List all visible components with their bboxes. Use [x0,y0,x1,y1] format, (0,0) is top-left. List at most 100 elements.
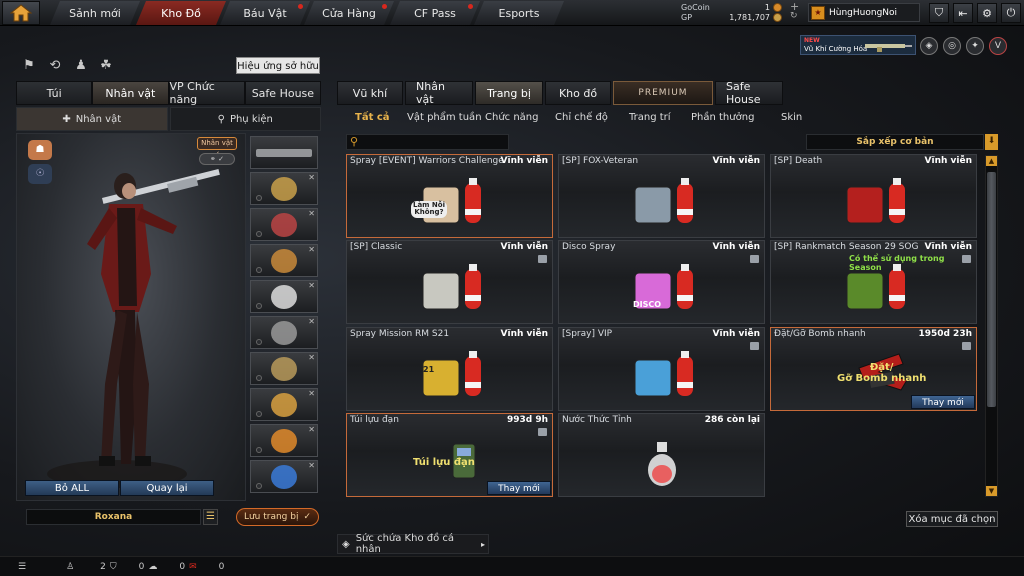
filter-function[interactable]: Chức năng [485,108,539,128]
cat-tab-weapons[interactable]: Vũ khí [337,81,403,105]
ownership-effect-button[interactable]: Hiệu ứng sở hữu [236,57,320,74]
sort-dropdown[interactable]: Sắp xếp cơ bản [806,134,984,150]
equipment-slot[interactable]: ✕ [250,172,318,205]
storage-capacity-button[interactable]: ◈ Sức chứa Kho đồ cá nhân ▸ [337,533,489,555]
equipment-slot[interactable]: ✕ [250,460,318,493]
cat-tab-premium[interactable]: PREMIUM [613,81,713,105]
inventory-item-card[interactable]: Disco Spray Vĩnh viễn DISCO [558,240,765,324]
inventory-item-card[interactable]: Spray [EVENT] Warriors Challenge Vĩnh viễ… [346,154,553,238]
remove-icon[interactable]: ✕ [308,209,315,218]
rank-icon[interactable]: ◈ [920,37,938,55]
equipment-slot[interactable] [250,136,318,169]
inventory-item-card[interactable]: [Spray] VIP Vĩnh viễn [558,327,765,411]
nav-tab-3[interactable]: Cửa Hàng [304,1,394,25]
target-icon[interactable]: ◎ [943,37,961,55]
refresh-icon[interactable]: ↻ [790,11,798,21]
squad-icon[interactable]: ♟ [72,57,90,75]
save-loadout-button[interactable]: Lưu trang bị ✓ [236,508,319,526]
settings-button[interactable]: ⚙ [977,3,997,23]
shield-button[interactable]: ⛉ [929,3,949,23]
skull-hood-icon [846,178,905,224]
check-icon: ✓ [303,512,312,522]
search-input[interactable]: ⚲ [346,134,509,150]
scroll-down-icon[interactable]: ▼ [986,486,997,496]
filter-weekly[interactable]: Vật phẩm tuần [407,108,482,128]
tab-bag[interactable]: Túi [16,81,93,105]
nav-tab-1[interactable]: Kho Đồ [136,1,226,25]
nav-tab-2[interactable]: Báu Vật [220,1,310,25]
filter-skin[interactable]: Skin [781,108,802,128]
gift-icon[interactable]: ⚑ [20,57,38,75]
equipment-slot[interactable]: ✕ [250,280,318,313]
character-name-field[interactable]: Roxana [26,509,201,525]
clear-selected-button[interactable]: Xóa mục đã chọn [906,511,998,527]
cat-tab-safe-house[interactable]: Safe House [715,80,783,106]
equipment-slot[interactable]: ✕ [250,388,318,421]
inventory-item-card[interactable]: [SP] Rankmatch Season 29 SOG Vĩnh viễn Có … [770,240,977,324]
clan-status[interactable]: ⛉ 0 [110,562,145,572]
equipment-slot[interactable]: ✕ [250,316,318,349]
cat-tab-storage[interactable]: Kho đồ [545,81,611,105]
inventory-item-card[interactable]: Nước Thức Tỉnh 286 còn lại [558,413,765,497]
user-profile[interactable]: ★ HùngHuongNoi [808,3,920,22]
replace-button[interactable]: Thay mới [911,395,975,409]
remove-icon[interactable]: ✕ [308,281,315,290]
inventory-item-card[interactable]: Spray Mission RM S21 Vĩnh viễn 21 [346,327,553,411]
filter-rewards[interactable]: Phần thưởng [691,108,754,128]
grid-icon[interactable]: ✦ [966,37,984,55]
subtab-accessories[interactable]: ⚲ Phụ kiện [169,107,321,131]
link-toggle[interactable]: ⚭ ✓ [199,153,235,165]
equipment-slot[interactable]: ✕ [250,424,318,457]
nav-tab-0[interactable]: Sảnh mới [50,1,140,25]
pet-icon[interactable]: ☘ [97,57,115,75]
power-button[interactable]: ⏻ [1001,3,1021,23]
list-icon[interactable]: ☰ [203,509,218,525]
tab-character[interactable]: Nhân vật [92,81,169,105]
tab-function-items[interactable]: VP Chức năng [168,80,245,106]
faction-icon[interactable]: ☗ [28,140,52,160]
nav-tab-4[interactable]: CF Pass [390,1,480,25]
remove-icon[interactable]: ✕ [308,317,315,326]
remove-icon[interactable]: ✕ [308,425,315,434]
remove-icon[interactable]: ✕ [308,173,315,182]
promo-banner[interactable]: NEW Vũ Khí Cường Hóa [800,35,916,55]
replace-button[interactable]: Thay mới [487,481,551,495]
friends-status[interactable]: ♙ 2 [66,562,106,572]
remove-icon[interactable]: ✕ [308,461,315,470]
inventory-item-card[interactable]: [SP] FOX-Veteran Vĩnh viễn [558,154,765,238]
equipment-slot[interactable]: ✕ [250,208,318,241]
cat-tab-characters[interactable]: Nhân vật [405,80,473,106]
filter-bar: Tất cả Vật phẩm tuần Chức năng Chỉ chế đ… [337,108,985,128]
remove-icon[interactable]: ✕ [308,353,315,362]
back-button[interactable]: Quay lại [120,480,214,496]
sort-dropdown-arrow-icon[interactable]: ⬇ [985,134,998,150]
remove-icon[interactable]: ✕ [308,389,315,398]
scroll-thumb[interactable] [987,172,996,407]
gift-status[interactable]: ✉ 0 [189,562,224,572]
scroll-up-icon[interactable]: ▲ [986,156,997,166]
exit-button[interactable]: ⇤ [953,3,973,23]
filter-all[interactable]: Tất cả [355,108,390,128]
cat-tab-equipment[interactable]: Trang bị [475,81,543,105]
cycle-icon[interactable]: ⟲ [46,57,64,75]
filter-mode-only[interactable]: Chỉ chế độ [555,108,608,128]
tab-safe-house[interactable]: Safe House [244,81,321,105]
character-preview[interactable]: ☗ ☉ Bỏ ALL Quay lại [16,133,246,501]
inventory-item-card[interactable]: [SP] Classic Vĩnh viễn [346,240,553,324]
equipment-slot[interactable]: ✕ [250,352,318,385]
faction-alt-icon[interactable]: ☉ [28,164,52,184]
nav-tab-5[interactable]: Esports [474,1,564,25]
reset-all-button[interactable]: Bỏ ALL [25,480,119,496]
menu-icon[interactable]: ☰ [18,562,26,572]
home-button[interactable] [2,1,40,25]
filter-decoration[interactable]: Trang trí [629,108,671,128]
brand-icon[interactable]: V [989,37,1007,55]
inventory-item-card[interactable]: Đặt/Gỡ Bomb nhanh 1950d 23h Đặt/ Gỡ Bomb n… [770,327,977,411]
chat-status[interactable]: ☁ 0 [148,562,185,572]
remove-icon[interactable]: ✕ [308,245,315,254]
inventory-item-card[interactable]: Túi lựu đạn 993d 9h Túi lựu đạn Thay mới [346,413,553,497]
character-tag-badge[interactable]: Nhân vật ✓ [197,137,237,158]
subtab-character[interactable]: ✚ Nhân vật [16,107,168,131]
equipment-slot[interactable]: ✕ [250,244,318,277]
inventory-item-card[interactable]: [SP] Death Vĩnh viễn [770,154,977,238]
